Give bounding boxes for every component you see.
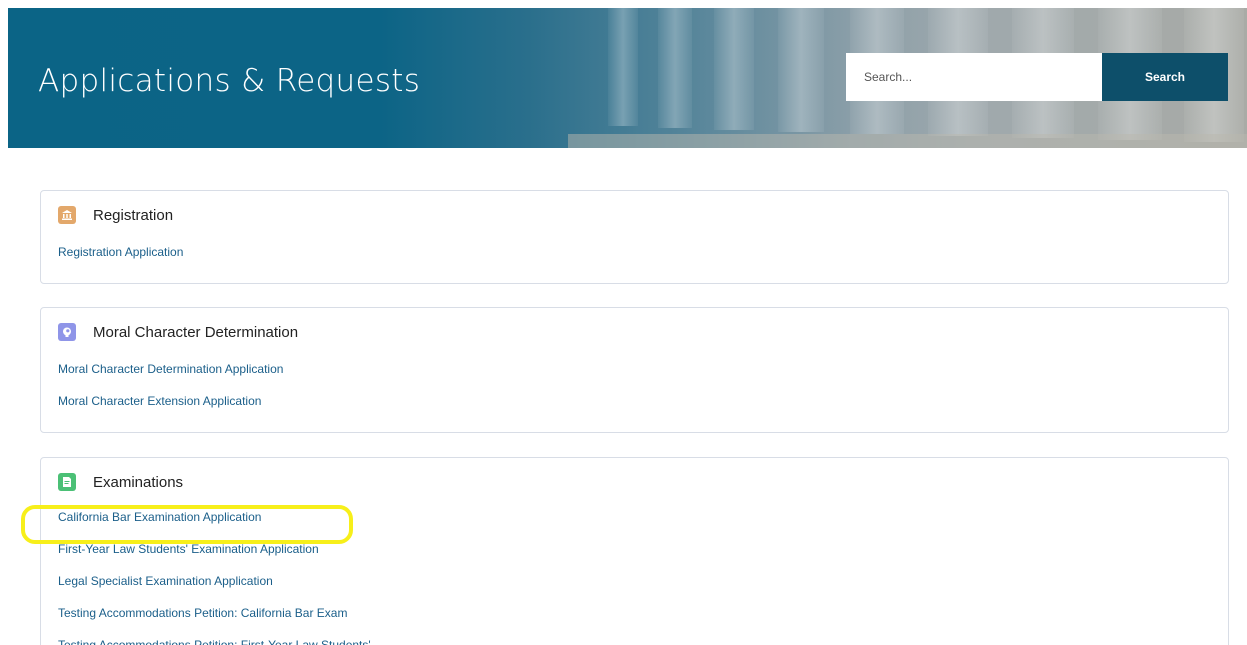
examinations-section: Examinations California Bar Examination … <box>40 457 1229 645</box>
link-moral-character-extension-application[interactable]: Moral Character Extension Application <box>58 385 1228 417</box>
search-bar: Search <box>846 53 1228 101</box>
moral-character-section: Moral Character Determination Moral Char… <box>40 307 1229 433</box>
link-moral-character-determination-application[interactable]: Moral Character Determination Applicatio… <box>58 353 1228 385</box>
section-header: Examinations <box>58 471 1228 493</box>
section-title: Registration <box>93 206 174 224</box>
link-california-bar-examination-application[interactable]: California Bar Examination Application <box>58 501 1228 533</box>
section-title: Moral Character Determination <box>93 323 299 341</box>
hero-banner: Applications & Requests Search <box>8 8 1247 148</box>
document-icon <box>58 473 76 491</box>
section-header: Registration <box>58 204 1228 226</box>
search-button[interactable]: Search <box>1102 53 1228 101</box>
link-testing-accommodations-california-bar-exam[interactable]: Testing Accommodations Petition: Califor… <box>58 597 1228 629</box>
link-registration-application[interactable]: Registration Application <box>58 236 1228 268</box>
link-first-year-law-students-examination-application[interactable]: First-Year Law Students' Examination App… <box>58 533 1228 565</box>
page: Applications & Requests Search Registrat… <box>0 0 1247 645</box>
search-input[interactable] <box>846 53 1102 101</box>
registration-section: Registration Registration Application <box>40 190 1229 284</box>
head-icon <box>58 323 76 341</box>
building-icon <box>58 206 76 224</box>
link-legal-specialist-examination-application[interactable]: Legal Specialist Examination Application <box>58 565 1228 597</box>
section-title: Examinations <box>93 473 184 491</box>
link-testing-accommodations-first-year-law-students[interactable]: Testing Accommodations Petition: First-Y… <box>58 629 1228 645</box>
page-title: Applications & Requests <box>38 63 421 99</box>
section-header: Moral Character Determination <box>58 321 1228 343</box>
